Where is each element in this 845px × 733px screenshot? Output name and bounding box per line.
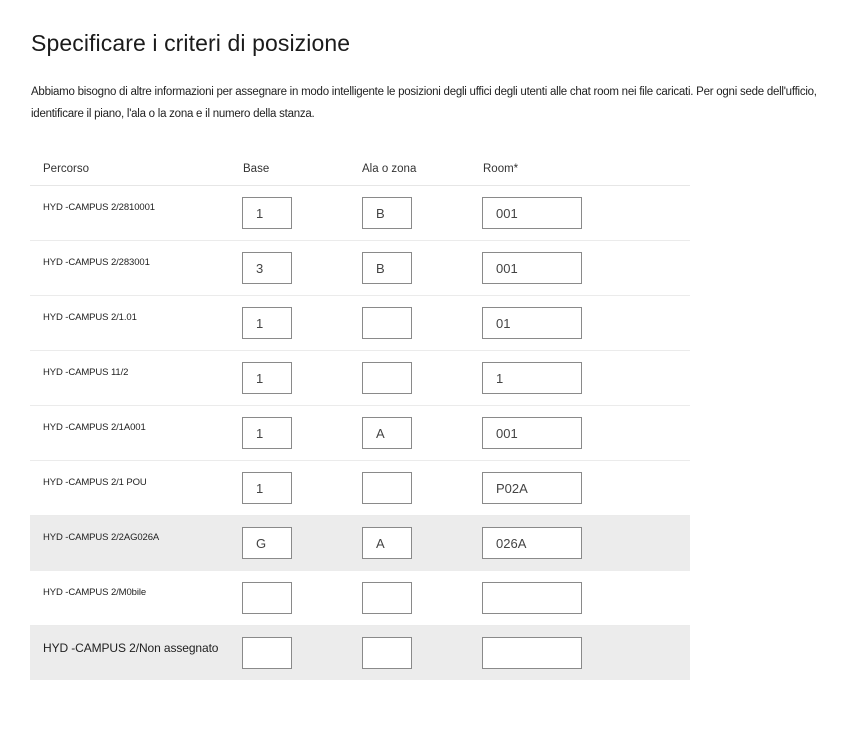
room-input[interactable] xyxy=(482,527,582,559)
zone-input[interactable] xyxy=(362,252,412,284)
floor-input[interactable] xyxy=(242,307,292,339)
row-path: HYD -CAMPUS 2/1.01 xyxy=(43,312,137,323)
row-path: HYD -CAMPUS 2/Non assegnato xyxy=(43,641,219,655)
table-row: HYD -CAMPUS 2/283001 xyxy=(30,241,690,296)
row-path: HYD -CAMPUS 2/M0bile xyxy=(43,587,147,598)
table-row: HYD -CAMPUS 2/Non assegnato xyxy=(30,626,690,680)
floor-input[interactable] xyxy=(242,637,292,669)
column-header-room: Room* xyxy=(483,163,519,175)
table-row: HYD -CAMPUS 2/1 POU xyxy=(30,461,690,516)
row-path: HYD -CAMPUS 2/283001 xyxy=(43,257,150,268)
row-path: HYD -CAMPUS 2/2AG026A xyxy=(43,532,160,543)
room-input[interactable] xyxy=(482,417,582,449)
row-path: HYD -CAMPUS 2/1 POU xyxy=(43,477,147,488)
row-path: HYD -CAMPUS 2/2810001 xyxy=(43,202,155,213)
row-path: HYD -CAMPUS 2/1A001 xyxy=(43,422,146,433)
column-header-floor: Base xyxy=(243,163,270,175)
floor-input[interactable] xyxy=(242,252,292,284)
zone-input[interactable] xyxy=(362,362,412,394)
column-header-zone: Ala o zona xyxy=(362,163,417,175)
room-input[interactable] xyxy=(482,362,582,394)
zone-input[interactable] xyxy=(362,197,412,229)
zone-input[interactable] xyxy=(362,582,412,614)
zone-input[interactable] xyxy=(362,417,412,449)
page-title: Specificare i criteri di posizione xyxy=(31,30,351,56)
table-row: HYD -CAMPUS 2/1A001 xyxy=(30,406,690,461)
page-description: Abbiamo bisogno di altre informazioni pe… xyxy=(31,86,817,120)
table-row: HYD -CAMPUS 2/1.01 xyxy=(30,296,690,351)
zone-input[interactable] xyxy=(362,307,412,339)
room-input[interactable] xyxy=(482,307,582,339)
room-input[interactable] xyxy=(482,637,582,669)
floor-input[interactable] xyxy=(242,417,292,449)
zone-input[interactable] xyxy=(362,472,412,504)
table-row: HYD -CAMPUS 2/2AG026A xyxy=(30,516,690,571)
zone-input[interactable] xyxy=(362,637,412,669)
floor-input[interactable] xyxy=(242,527,292,559)
floor-input[interactable] xyxy=(242,197,292,229)
floor-input[interactable] xyxy=(242,362,292,394)
floor-input[interactable] xyxy=(242,472,292,504)
room-input[interactable] xyxy=(482,582,582,614)
location-criteria-table: Percorso Base Ala o zona Room* HYD -CAMP… xyxy=(30,155,690,680)
table-row: HYD -CAMPUS 11/2 xyxy=(30,351,690,406)
table-row: HYD -CAMPUS 2/2810001 xyxy=(30,186,690,241)
table-header: Percorso Base Ala o zona Room* xyxy=(30,155,690,186)
zone-input[interactable] xyxy=(362,527,412,559)
column-header-path: Percorso xyxy=(43,163,90,175)
room-input[interactable] xyxy=(482,252,582,284)
room-input[interactable] xyxy=(482,197,582,229)
floor-input[interactable] xyxy=(242,582,292,614)
table-row: HYD -CAMPUS 2/M0bile xyxy=(30,571,690,626)
room-input[interactable] xyxy=(482,472,582,504)
row-path: HYD -CAMPUS 11/2 xyxy=(43,367,129,378)
